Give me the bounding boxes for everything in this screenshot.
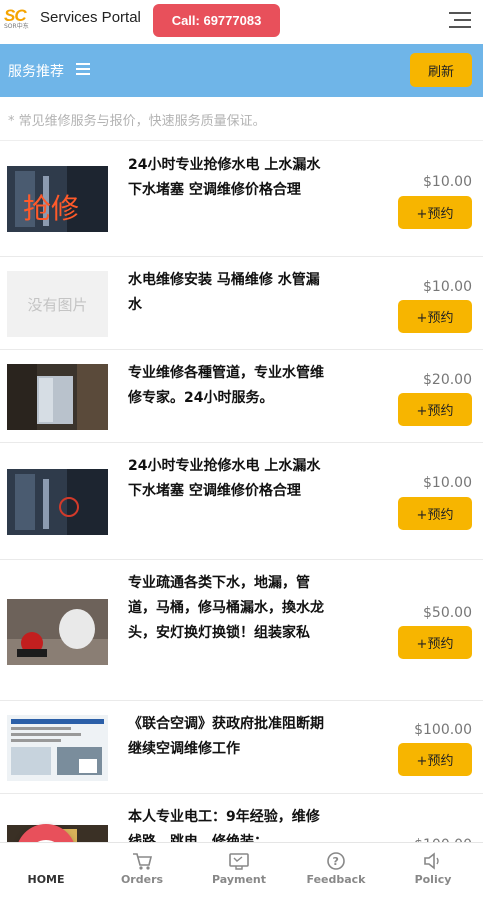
service-item[interactable]: 《联合空调》获政府批准阻断期继续空调维修工作 $100.00 +预约 bbox=[0, 702, 483, 794]
nav-feedback[interactable]: ? Feedback bbox=[296, 851, 376, 886]
cart-icon bbox=[102, 851, 182, 873]
service-thumbnail bbox=[7, 364, 108, 430]
book-button[interactable]: +预约 bbox=[398, 743, 472, 776]
logo-subtext: SOR中东 bbox=[4, 23, 29, 30]
logo[interactable]: SC SOR中东 bbox=[4, 6, 36, 34]
nav-payment[interactable]: Payment bbox=[199, 851, 279, 886]
brand-title: Services Portal bbox=[40, 9, 141, 26]
service-price: $10.00 bbox=[423, 475, 472, 491]
service-price: $20.00 bbox=[423, 372, 472, 388]
app-header: SC SOR中东 Services Portal Call: 69777083 bbox=[0, 0, 483, 44]
service-title[interactable]: 水电维修安装 马桶维修 水管漏水 bbox=[128, 268, 328, 318]
logo-mark: SC bbox=[4, 6, 27, 25]
service-thumbnail bbox=[7, 715, 108, 781]
home-icon bbox=[6, 851, 86, 873]
book-button[interactable]: +预约 bbox=[398, 626, 472, 659]
book-button[interactable]: +预约 bbox=[398, 300, 472, 333]
service-price: $100.00 bbox=[414, 722, 472, 738]
service-price: $10.00 bbox=[423, 279, 472, 295]
nav-home-label: HOME bbox=[27, 873, 65, 886]
list-icon bbox=[76, 63, 90, 75]
service-item[interactable]: 专业维修各種管道，专业水管维修专家。24小时服务。 $20.00 +预约 bbox=[0, 351, 483, 443]
question-icon: ? bbox=[296, 851, 376, 873]
service-item[interactable]: 专业疏通各类下水，地漏，管道，马桶，修马桶漏水，換水龙头，安灯换灯换锁！组装家私… bbox=[0, 561, 483, 701]
service-item[interactable]: 抢修 24小时专业抢修水电 上水漏水 下水堵塞 空调维修价格合理 $10.00 … bbox=[0, 141, 483, 257]
speaker-icon bbox=[393, 851, 473, 873]
service-price: $50.00 bbox=[423, 605, 472, 621]
menu-icon[interactable] bbox=[449, 12, 471, 30]
nav-payment-label: Payment bbox=[211, 873, 267, 886]
service-price: $10.00 bbox=[423, 174, 472, 190]
nav-policy[interactable]: Policy bbox=[393, 851, 473, 886]
service-item[interactable]: 24小时专业抢修水电 上水漏水 下水堵塞 空调维修价格合理 $10.00 +预约 bbox=[0, 444, 483, 560]
section-bar: 服务推荐 刷新 bbox=[0, 44, 483, 97]
no-image-placeholder: 没有图片 bbox=[7, 271, 108, 337]
service-title[interactable]: 《联合空调》获政府批准阻断期继续空调维修工作 bbox=[128, 712, 328, 762]
call-button[interactable]: Call: 69777083 bbox=[153, 4, 280, 37]
service-thumbnail: 抢修 bbox=[7, 166, 108, 232]
section-title: 服务推荐 bbox=[8, 64, 64, 80]
service-title[interactable]: 专业维修各種管道，专业水管维修专家。24小时服务。 bbox=[128, 361, 328, 411]
service-title[interactable]: 24小时专业抢修水电 上水漏水 下水堵塞 空调维修价格合理 bbox=[128, 454, 328, 504]
book-button[interactable]: +预约 bbox=[398, 393, 472, 426]
nav-orders[interactable]: Orders bbox=[102, 851, 182, 886]
book-button[interactable]: +预约 bbox=[398, 196, 472, 229]
refresh-button[interactable]: 刷新 bbox=[410, 53, 472, 87]
bottom-nav: HOME Orders Payment ? Feedback Policy bbox=[0, 842, 483, 900]
service-title[interactable]: 专业疏通各类下水，地漏，管道，马桶，修马桶漏水，換水龙头，安灯换灯换锁！组装家私 bbox=[128, 571, 328, 646]
nav-home[interactable]: HOME bbox=[6, 851, 86, 886]
nav-feedback-label: Feedback bbox=[306, 873, 366, 886]
svg-text:?: ? bbox=[333, 855, 339, 868]
thumb-overlay-text: 抢修 bbox=[23, 192, 79, 225]
service-thumbnail bbox=[7, 469, 108, 535]
notice-text: * 常见维修服务与报价，快速服务质量保证。 bbox=[0, 97, 483, 141]
nav-policy-label: Policy bbox=[414, 873, 452, 886]
book-button[interactable]: +预约 bbox=[398, 497, 472, 530]
payment-icon bbox=[199, 851, 279, 873]
service-item[interactable]: 没有图片 水电维修安装 马桶维修 水管漏水 $10.00 +预约 bbox=[0, 258, 483, 350]
service-thumbnail bbox=[7, 599, 108, 665]
service-title[interactable]: 24小时专业抢修水电 上水漏水 下水堵塞 空调维修价格合理 bbox=[128, 153, 328, 203]
nav-orders-label: Orders bbox=[120, 873, 164, 886]
